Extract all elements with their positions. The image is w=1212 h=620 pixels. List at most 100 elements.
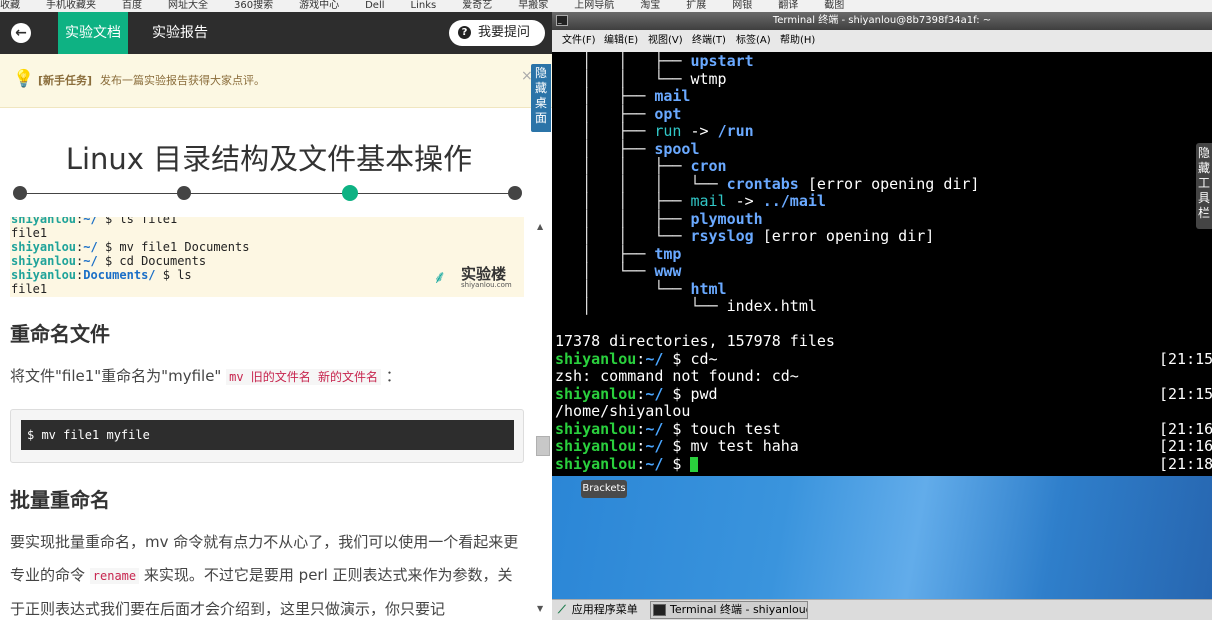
terminal-cursor bbox=[690, 456, 699, 472]
terminal-titlebar[interactable]: _ Terminal 终端 - shiyanlou@8b7398f34a1f: … bbox=[552, 12, 1212, 30]
terminal-output-line: zsh: command not found: cd~ bbox=[555, 367, 799, 385]
prompt-colon: : bbox=[636, 437, 646, 455]
bookmark-item[interactable]: 游戏中心 bbox=[299, 1, 339, 11]
taskbar-terminal-item[interactable]: Terminal 终端 - shiyanlou@8b7398f34a1f: ~ bbox=[650, 601, 808, 619]
snippet-user: shiyanlou bbox=[11, 240, 77, 254]
prompt-command: $ cd~ bbox=[663, 349, 718, 368]
newbie-task-notice: 💡 [新手任务] 发布一篇实验报告获得大家点评。 × bbox=[0, 54, 552, 108]
rename-paragraph-suffix: ： bbox=[385, 367, 401, 385]
tree-summary: 17378 directories, 157978 files bbox=[555, 332, 835, 350]
bookmark-item[interactable]: Dell bbox=[365, 1, 384, 11]
terminal-tree-line: │ ├── opt bbox=[555, 104, 682, 124]
tree-entry-name: index.html bbox=[726, 297, 817, 315]
tree-entry-name: tmp bbox=[654, 244, 682, 263]
progress-step-dot[interactable] bbox=[342, 185, 358, 201]
prompt-colon: : bbox=[636, 419, 646, 438]
scroll-down-arrow[interactable]: ▼ bbox=[537, 604, 543, 613]
snippet-command: $ mv file1 Documents bbox=[97, 240, 250, 254]
prompt-time: [21:16 bbox=[1159, 419, 1212, 438]
bookmark-item[interactable]: Links bbox=[411, 1, 437, 11]
tree-entry-name: opt bbox=[654, 104, 682, 123]
brackets-desktop-icon[interactable]: Brackets bbox=[581, 480, 627, 498]
tree-entry-name: run bbox=[654, 122, 682, 140]
snippet-user: shiyanlou bbox=[11, 254, 77, 268]
step-progress-track bbox=[20, 193, 516, 194]
terminal-menu-item[interactable]: 文件(F) bbox=[562, 30, 596, 52]
terminal-output[interactable]: │ │ ├── upstart │ │ └── wtmp │ ├── mail … bbox=[552, 52, 1212, 476]
progress-step-dot[interactable] bbox=[177, 186, 191, 200]
prompt-user: shiyanlou bbox=[555, 349, 637, 368]
terminal-window[interactable]: _ Terminal 终端 - shiyanlou@8b7398f34a1f: … bbox=[552, 12, 1212, 476]
prompt-command: $ pwd bbox=[663, 384, 718, 403]
bookmark-item[interactable]: 扩展 bbox=[686, 1, 706, 11]
terminal-tree-line: │ └── index.html bbox=[555, 297, 817, 316]
bookmark-item[interactable]: 手机收藏夹 bbox=[46, 1, 96, 11]
code-block: $ mv file1 myfile bbox=[10, 409, 524, 463]
ask-question-button[interactable]: ? 我要提问 bbox=[449, 20, 545, 46]
tree-entry-name: spool bbox=[654, 139, 700, 158]
terminal-menu-item[interactable]: 帮助(H) bbox=[780, 30, 815, 52]
tree-entry-name: mail bbox=[654, 87, 691, 105]
terminal-title: Terminal 终端 - shiyanlou@8b7398f34a1f: ~ bbox=[772, 15, 992, 26]
bookmark-item[interactable]: 淘宝 bbox=[640, 1, 660, 11]
terminal-prompt-line: shiyanlou:~/ $ cd~ bbox=[555, 349, 718, 369]
inline-code: rename bbox=[89, 568, 140, 584]
desktop-background: Brackets bbox=[552, 476, 1212, 599]
bookmark-item[interactable]: 爱奇艺 bbox=[462, 1, 492, 11]
progress-step-dot[interactable] bbox=[13, 186, 27, 200]
taskbar-terminal-label: Terminal 终端 - shiyanlou@8b7398f34a1f: ~ bbox=[670, 603, 807, 616]
tab-lab-report[interactable]: 实验报告 bbox=[140, 12, 220, 54]
scroll-up-arrow[interactable]: ▲ bbox=[537, 222, 543, 231]
prompt-user: shiyanlou bbox=[555, 384, 637, 403]
hide-toolbar-toggle[interactable]: 隐藏工具栏 bbox=[1196, 143, 1212, 229]
prompt-path: ~/ bbox=[645, 349, 664, 368]
bookmark-item[interactable]: 百度 bbox=[122, 1, 142, 11]
tab-lab-docs[interactable]: 实验文档 bbox=[58, 12, 128, 61]
snippet-path: ~/ bbox=[83, 240, 98, 254]
tree-branch: │ │ ├── bbox=[555, 52, 691, 70]
bookmark-item[interactable]: 翻译 bbox=[778, 1, 798, 11]
prompt-colon: : bbox=[636, 384, 646, 403]
application-menu-button[interactable]: ⟋ 应用程序菜单 bbox=[558, 600, 638, 620]
notice-message[interactable]: 发布一篇实验报告获得大家点评。 bbox=[100, 72, 265, 88]
tree-entry-suffix: -> bbox=[681, 122, 718, 140]
tree-branch: │ └── bbox=[555, 297, 727, 315]
snippet-command: $ ls bbox=[155, 268, 192, 282]
prompt-path: ~/ bbox=[645, 437, 664, 455]
terminal-tree-line: │ │ └── wtmp bbox=[555, 69, 727, 89]
lightbulb-icon: 💡 bbox=[13, 69, 35, 89]
bookmark-bar: 收藏 手机收藏夹 百度 网址大全 360搜索 游戏中心 Dell Links 爱奇艺 早搬家 上网导… bbox=[0, 0, 1212, 12]
bookmark-item[interactable]: 360搜索 bbox=[234, 1, 273, 11]
terminal-tree-line: │ │ ├── upstart bbox=[555, 52, 754, 71]
back-button[interactable]: ← bbox=[11, 23, 31, 43]
tree-entry-name: rsyslog bbox=[690, 227, 754, 245]
terminal-menu-item[interactable]: 视图(V) bbox=[648, 30, 683, 52]
tree-branch: │ ├── bbox=[555, 122, 655, 140]
prompt-time: [21:15 bbox=[1159, 384, 1212, 403]
tree-entry-name: www bbox=[654, 262, 682, 280]
scrollbar-thumb[interactable] bbox=[536, 436, 550, 456]
lesson-panel: ← 实验文档 实验报告 ? 我要提问 💡 [新手任务] 发布一篇实验报告获得大家… bbox=[0, 12, 552, 619]
arrow-left-icon: ← bbox=[15, 25, 27, 41]
tree-branch: │ │ ├── bbox=[555, 209, 691, 228]
terminal-prompt-line: shiyanlou:~/ $ bbox=[555, 455, 699, 474]
terminal-menu-item[interactable]: 标签(A) bbox=[736, 30, 771, 52]
bookmark-item[interactable]: 收藏 bbox=[0, 1, 20, 11]
bookmark-item[interactable]: 截图 bbox=[824, 1, 844, 11]
tree-branch: │ └── bbox=[555, 279, 691, 298]
tree-branch: │ │ └── bbox=[555, 69, 691, 88]
terminal-menubar: 文件(F) 编辑(E) 视图(V) 终端(T) 标签(A) 帮助(H) bbox=[552, 30, 1212, 52]
terminal-menu-item[interactable]: 编辑(E) bbox=[604, 30, 638, 52]
shiyanlou-watermark: ⸙ 实验楼 shiyanlou.com bbox=[433, 263, 513, 289]
bookmark-item[interactable]: 网银 bbox=[732, 1, 752, 11]
progress-step-dot[interactable] bbox=[508, 186, 522, 200]
terminal-menu-item[interactable]: 终端(T) bbox=[692, 30, 726, 52]
bookmark-item[interactable]: 早搬家 bbox=[518, 1, 548, 11]
snippet-path: Documents/ bbox=[83, 268, 156, 282]
rename-paragraph-text: 将文件"file1"重命名为"myfile" bbox=[10, 367, 222, 385]
hide-desktop-toggle[interactable]: 隐藏桌面 bbox=[531, 64, 551, 132]
tree-branch: │ └── bbox=[555, 262, 655, 280]
bookmark-item[interactable]: 网址大全 bbox=[168, 1, 208, 11]
tree-branch: │ ├── bbox=[555, 87, 655, 105]
bookmark-item[interactable]: 上网导航 bbox=[574, 1, 614, 11]
